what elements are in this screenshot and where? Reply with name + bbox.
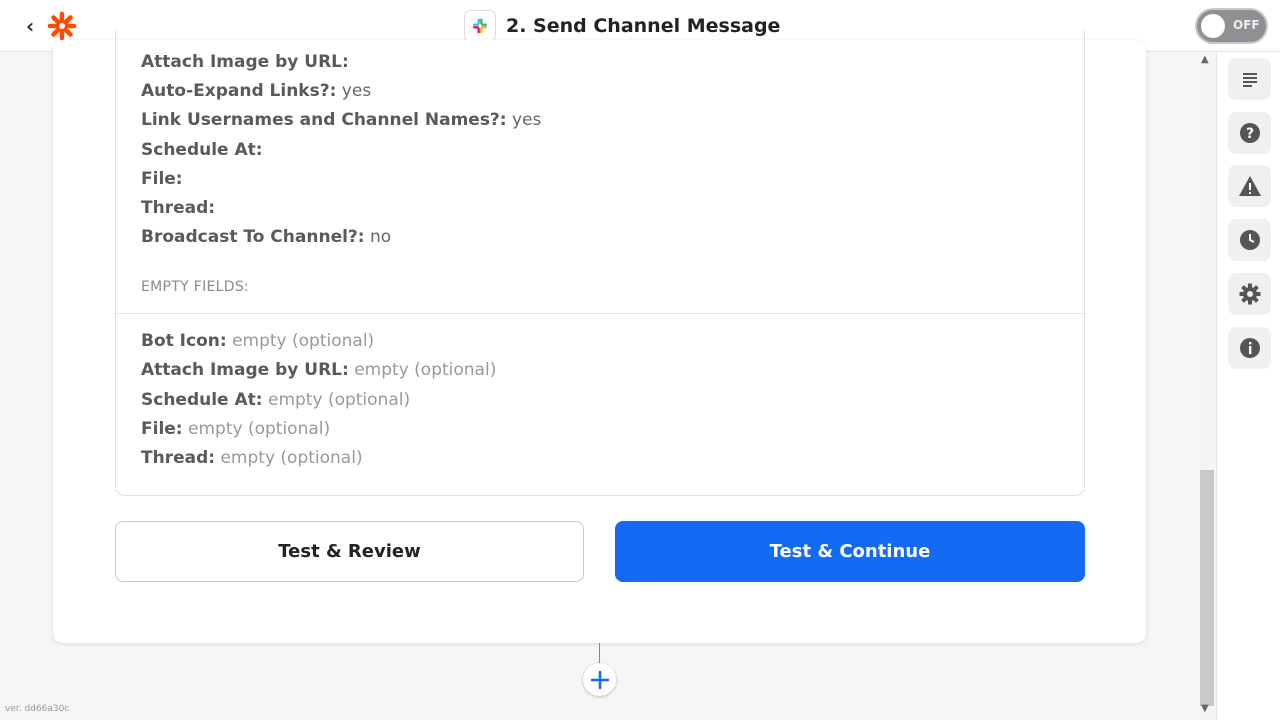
field-row: Attach Image by URL:	[141, 51, 349, 73]
warning-icon	[1238, 176, 1261, 196]
settings-icon	[1239, 283, 1260, 305]
history-icon	[1239, 230, 1260, 250]
field-value: empty (optional)	[268, 390, 411, 410]
field-value: empty (optional)	[220, 448, 363, 468]
empty-field-row: Bot Icon: empty (optional)	[141, 330, 374, 352]
field-label: Thread:	[141, 448, 216, 468]
field-label: Thread:	[141, 198, 216, 218]
settings-button[interactable]	[1228, 273, 1271, 315]
field-value: no	[370, 227, 392, 247]
empty-fields-header: EMPTY FIELDS:	[141, 279, 250, 295]
plus-icon	[590, 670, 609, 689]
help-button[interactable]: ?	[1228, 112, 1271, 154]
history-button[interactable]	[1228, 219, 1271, 261]
scroll-down-arrow-icon[interactable]: ▼	[1201, 703, 1209, 714]
empty-field-row: Attach Image by URL: empty (optional)	[141, 359, 496, 381]
field-label: Bot Icon:	[141, 331, 227, 351]
field-label: Attach Image by URL:	[141, 360, 349, 380]
toggle-knob	[1201, 14, 1225, 38]
test-and-continue-button[interactable]: Test & Continue	[615, 521, 1085, 582]
section-divider	[116, 313, 1084, 314]
alerts-button[interactable]	[1228, 165, 1271, 207]
field-label: Auto-Expand Links?:	[141, 81, 337, 101]
toggle-label: OFF	[1233, 18, 1260, 32]
field-row: Broadcast To Channel?: no	[141, 226, 391, 248]
field-value: yes	[341, 81, 372, 101]
empty-field-row: File: empty (optional)	[141, 418, 330, 440]
scrollbar[interactable]: ▲ ▼	[1198, 52, 1216, 720]
field-value: empty (optional)	[232, 331, 375, 351]
help-icon: ?	[1239, 123, 1260, 143]
field-row: File:	[141, 168, 183, 190]
info-button[interactable]	[1228, 327, 1271, 369]
notes-button[interactable]	[1228, 58, 1271, 100]
field-label: Link Usernames and Channel Names?:	[141, 110, 507, 130]
field-row: Schedule At:	[141, 139, 263, 161]
version-label: ver. dd66a30c	[5, 704, 70, 714]
field-row: Thread:	[141, 197, 215, 219]
zap-on-off-toggle[interactable]: OFF	[1195, 8, 1268, 44]
svg-text:?: ?	[1245, 126, 1253, 142]
add-step-button[interactable]	[583, 663, 616, 696]
empty-field-row: Thread: empty (optional)	[141, 447, 363, 469]
info-icon	[1239, 338, 1260, 358]
field-value: yes	[512, 110, 542, 130]
notes-icon	[1242, 73, 1257, 87]
field-label: Schedule At:	[141, 390, 263, 410]
field-value: empty (optional)	[188, 419, 331, 439]
scrollbar-thumb[interactable]	[1200, 470, 1214, 706]
test-and-review-button[interactable]: Test & Review	[115, 521, 584, 582]
step-card: Attach Image by URL: Auto-Expand Links?:…	[53, 30, 1146, 643]
field-row: Auto-Expand Links?: yes	[141, 80, 371, 102]
field-label: Broadcast To Channel?:	[141, 227, 365, 247]
field-label: Schedule At:	[141, 140, 263, 160]
field-label: Attach Image by URL:	[141, 52, 349, 72]
zapier-logo-icon[interactable]	[47, 11, 77, 41]
right-sidebar: ?	[1216, 52, 1280, 720]
field-summary-panel: Attach Image by URL: Auto-Expand Links?:…	[115, 30, 1085, 496]
field-value: empty (optional)	[354, 360, 497, 380]
empty-field-row: Schedule At: empty (optional)	[141, 389, 410, 411]
field-row: Link Usernames and Channel Names?: yes	[141, 109, 541, 131]
scroll-up-arrow-icon[interactable]: ▲	[1201, 54, 1209, 65]
field-label: File:	[141, 169, 183, 189]
field-label: File:	[141, 419, 183, 439]
back-button[interactable]: ‹	[26, 15, 42, 37]
